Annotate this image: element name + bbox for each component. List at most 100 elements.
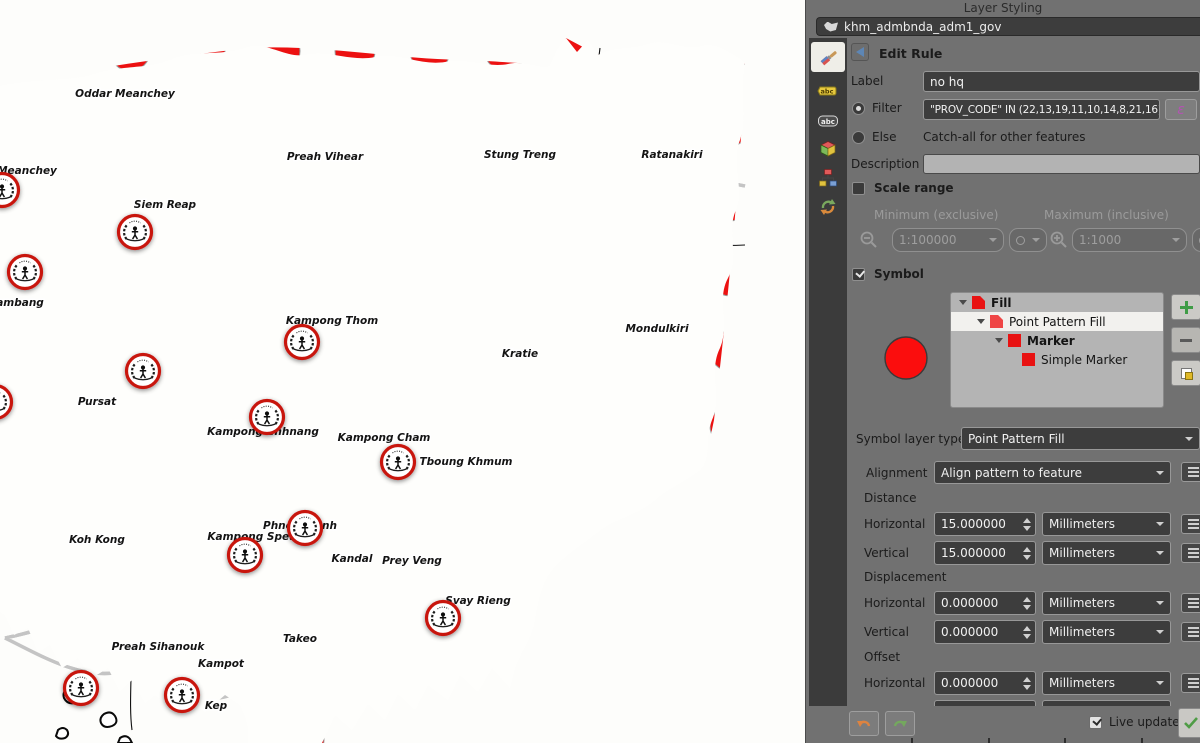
back-arrow-icon	[856, 47, 864, 57]
redo-icon	[892, 717, 908, 731]
tab-history[interactable]	[811, 191, 845, 221]
live-update-label: Live update	[1109, 715, 1180, 729]
description-input[interactable]	[923, 154, 1200, 174]
province-label: Siem Reap	[134, 199, 197, 211]
tree-item-label: Simple Marker	[1041, 353, 1127, 367]
layer-selector[interactable]: khm_admbnda_adm1_gov	[816, 17, 1200, 36]
tab-3d-view[interactable]	[811, 134, 845, 164]
expand-icon[interactable]	[959, 300, 967, 305]
offset-horizontal-override-button[interactable]	[1181, 673, 1200, 693]
simple-marker-swatch	[1022, 353, 1035, 366]
distance-horizontal-spinbox[interactable]: 15.000000	[934, 512, 1036, 536]
symbol-layer-type-combo[interactable]: Point Pattern Fill	[961, 427, 1200, 450]
distance-vertical-override-button[interactable]	[1181, 543, 1200, 563]
remove-symbol-layer-button[interactable]	[1171, 327, 1200, 353]
duplicate-symbol-layer-button[interactable]	[1171, 360, 1200, 386]
province-label: Stung Treng	[484, 149, 556, 161]
panel-bottom-tick	[911, 738, 913, 743]
displacement-vertical-override-button[interactable]	[1181, 622, 1200, 642]
distance-vertical-unit-combo[interactable]: Millimeters	[1042, 541, 1171, 565]
distance-vertical-spinbox[interactable]: 15.000000	[934, 541, 1036, 565]
displacement-vertical-unit-combo[interactable]: Millimeters	[1042, 620, 1171, 644]
expand-icon[interactable]	[977, 319, 985, 324]
map-canvas[interactable]: Oddar MeancheyMeancheyPreah VihearSiem R…	[0, 0, 805, 743]
province-label: Tboung Khmum	[420, 456, 513, 468]
phnom-penh-hq	[289, 512, 322, 545]
distance-horizontal-unit-combo[interactable]: Millimeters	[1042, 512, 1171, 536]
symbol-checkbox[interactable]	[852, 268, 865, 281]
displacement-vertical-spinbox[interactable]: 0.000000	[934, 620, 1036, 644]
min-scale-value: 1:100000	[899, 233, 957, 247]
kampong-speu-hq	[229, 539, 262, 572]
tree-item-simple-marker[interactable]: Simple Marker	[951, 350, 1163, 369]
cube-3d-icon	[818, 139, 838, 159]
province-label: Takeo	[283, 633, 317, 645]
distance-section-label: Distance	[864, 491, 916, 505]
symbol-preview	[880, 332, 932, 384]
distance-horizontal-label: Horizontal	[864, 517, 925, 531]
battambang-hq	[9, 256, 42, 289]
distance-horizontal-override-button[interactable]	[1181, 514, 1200, 534]
province-label: Kampot	[198, 658, 245, 670]
layer-icon	[824, 22, 838, 32]
distance-vertical-label: Vertical	[864, 546, 909, 560]
tree-item-label: Fill	[991, 296, 1012, 310]
tab-labels[interactable]: abc	[811, 76, 845, 106]
tab-masks[interactable]: abc	[811, 106, 845, 136]
displacement-horizontal-spinbox[interactable]: 0.000000	[934, 591, 1036, 615]
add-symbol-layer-button[interactable]	[1171, 294, 1200, 320]
spin-value: 0.000000	[941, 596, 998, 610]
back-button[interactable]	[851, 43, 869, 61]
marker-swatch	[1008, 334, 1021, 347]
tree-item-point-pattern-fill[interactable]: Point Pattern Fill	[951, 312, 1163, 331]
displacement-horizontal-override-button[interactable]	[1181, 593, 1200, 613]
description-field-label: Description	[851, 157, 919, 171]
min-scale-combo[interactable]: 1:100000	[892, 228, 1004, 252]
offset-horizontal-label: Horizontal	[864, 676, 925, 690]
labels-abc-icon: abc	[817, 83, 839, 99]
expand-icon[interactable]	[995, 338, 1003, 343]
cambodia-map: Oddar MeancheyMeancheyPreah VihearSiem R…	[0, 0, 805, 743]
apply-check-icon	[1184, 717, 1198, 729]
scale-range-checkbox[interactable]	[852, 182, 865, 195]
alignment-combo[interactable]: Align pattern to feature	[934, 461, 1171, 484]
province-label: Kep	[205, 700, 228, 712]
offset-horizontal-spinbox[interactable]: 0.000000	[934, 671, 1036, 695]
apply-button[interactable]	[1178, 708, 1200, 738]
tab-symbology[interactable]	[811, 42, 845, 72]
filter-expression-input[interactable]: "PROV_CODE" IN (22,13,19,11,10,14,8,21,1…	[923, 99, 1160, 120]
displacement-horizontal-unit-combo[interactable]: Millimeters	[1042, 591, 1171, 615]
scale-min-label: Minimum (exclusive)	[874, 208, 998, 222]
tree-item-fill[interactable]: Fill	[951, 293, 1163, 312]
province-label: Kandal	[332, 553, 373, 565]
undo-button[interactable]	[849, 711, 879, 736]
kampong-cham-hq	[382, 446, 415, 479]
spin-value: 15.000000	[941, 546, 1006, 560]
label-input[interactable]: no hq	[923, 71, 1200, 92]
displacement-section-label: Displacement	[864, 570, 947, 584]
tree-item-marker[interactable]: Marker	[951, 331, 1163, 350]
epsilon-icon: ε	[1177, 102, 1185, 118]
tab-diagrams[interactable]	[811, 163, 845, 193]
redo-button[interactable]	[885, 711, 915, 736]
expression-builder-button[interactable]: ε	[1165, 99, 1197, 120]
max-scale-tool-combo[interactable]	[1192, 228, 1200, 252]
unit-value: Millimeters	[1049, 596, 1115, 610]
banteay-meanchey-hq	[0, 174, 19, 207]
zoom-in-icon	[1049, 230, 1069, 250]
live-update-checkbox[interactable]	[1089, 716, 1102, 729]
offset-horizontal-unit-combo[interactable]: Millimeters	[1042, 671, 1171, 695]
alignment-override-button[interactable]	[1181, 462, 1200, 482]
paintbrush-icon	[817, 46, 839, 68]
province-label: Oddar Meanchey	[75, 88, 176, 100]
kampong-thom-hq	[286, 326, 319, 359]
kep-hq	[166, 679, 199, 712]
else-radio[interactable]	[852, 131, 865, 144]
filter-radio[interactable]	[852, 102, 865, 115]
offset-section-label: Offset	[864, 650, 900, 664]
mini-magnifier-icon	[1016, 236, 1025, 245]
edit-rule-title: Edit Rule	[879, 46, 942, 61]
min-scale-tool-combo[interactable]	[1009, 228, 1047, 252]
max-scale-combo[interactable]: 1:1000	[1072, 228, 1187, 252]
province-label: Koh Kong	[69, 534, 125, 546]
